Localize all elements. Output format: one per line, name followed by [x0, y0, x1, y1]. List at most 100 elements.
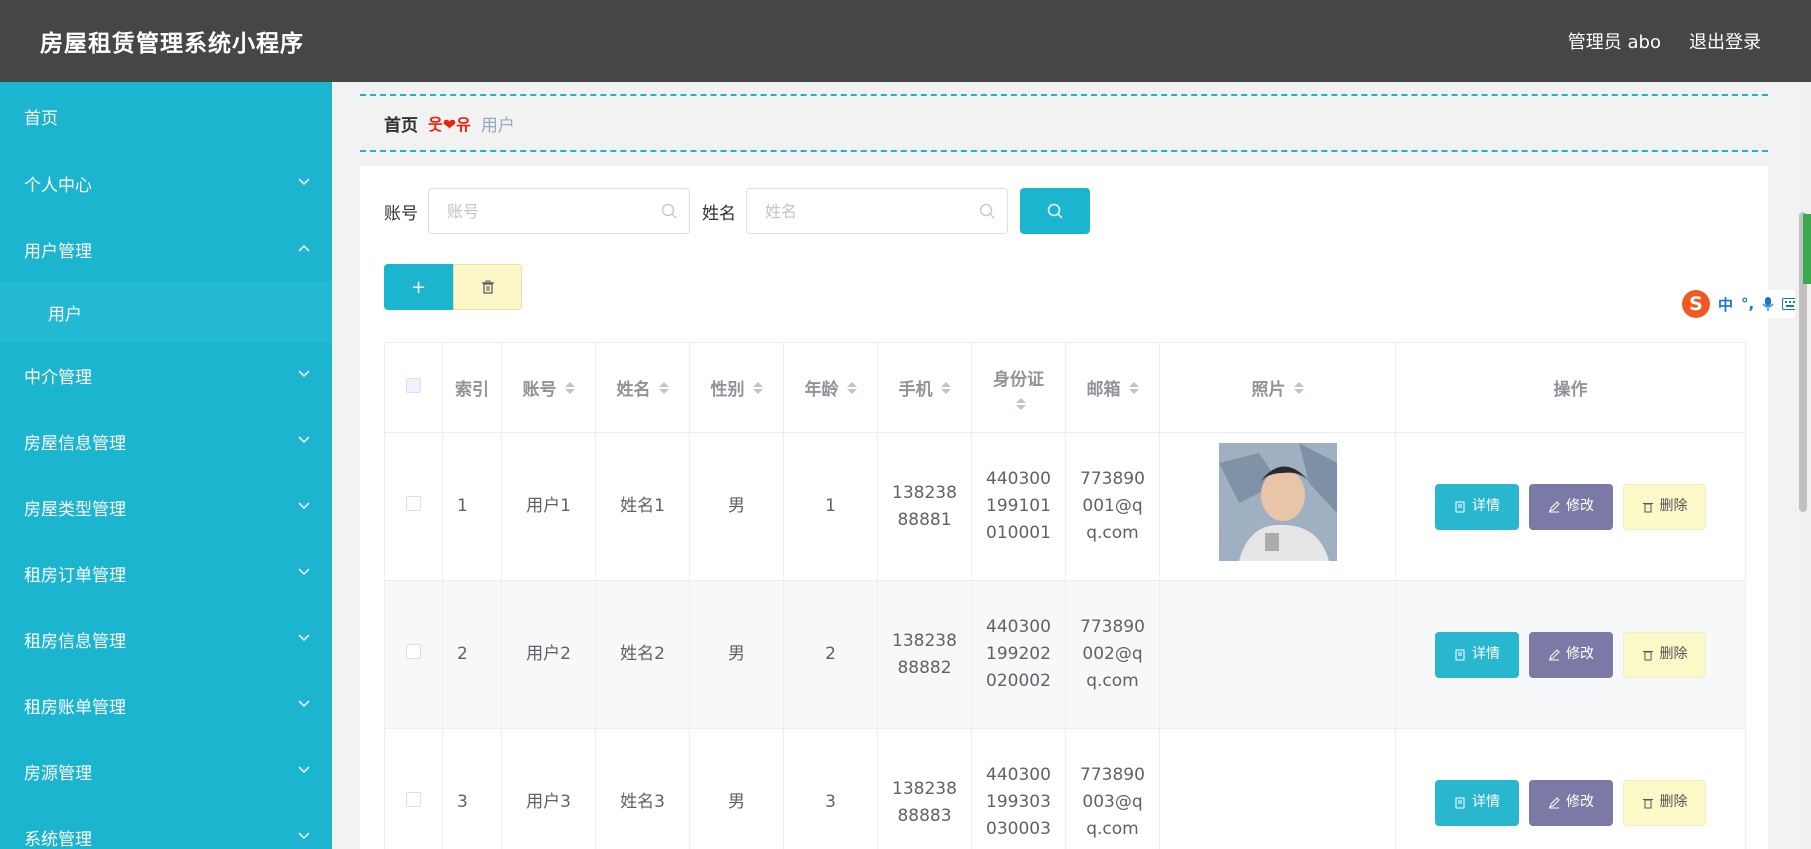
name-search-input[interactable]: [747, 189, 1007, 233]
sidebar-item-label: 租房订单管理: [24, 565, 126, 586]
detail-label: 详情: [1472, 646, 1500, 662]
ime-mode-label[interactable]: 中: [1718, 294, 1733, 315]
sort-icon[interactable]: [564, 381, 575, 394]
breadcrumb-current: 用户: [480, 115, 515, 136]
sidebar-item-rent-bills[interactable]: 租房账单管理: [0, 672, 332, 738]
trash-icon: [1642, 502, 1653, 512]
sort-icon[interactable]: [1293, 381, 1304, 394]
trash-icon: [1642, 798, 1653, 808]
cell-id-card: 440300199202020002: [971, 580, 1066, 729]
top-bar: 房屋租赁管理系统小程序 管理员 abo 退出登录: [0, 0, 1811, 82]
row-checkbox[interactable]: [406, 644, 421, 659]
sort-icon[interactable]: [846, 381, 857, 394]
breadcrumb-separator: 웃❤유: [428, 115, 471, 134]
edit-button[interactable]: 修改: [1529, 631, 1613, 678]
cell-ops: 详情 修改 删除: [1395, 580, 1746, 729]
cell-gender: 男: [689, 432, 784, 581]
row-checkbox[interactable]: [406, 792, 421, 807]
column-header-label: 操作: [1553, 380, 1588, 400]
column-header-age[interactable]: 年龄: [783, 342, 878, 433]
pencil-icon: [1549, 796, 1560, 808]
edit-label: 修改: [1566, 498, 1594, 514]
batch-delete-button[interactable]: [453, 264, 522, 310]
sort-icon[interactable]: [1128, 381, 1139, 394]
column-header-photo[interactable]: 照片: [1159, 342, 1396, 433]
sidebar-item-system[interactable]: 系统管理: [0, 804, 332, 849]
row-select-cell: [384, 432, 443, 581]
detail-button[interactable]: 详情: [1435, 631, 1519, 678]
detail-button[interactable]: 详情: [1435, 779, 1519, 826]
sidebar-item-listings[interactable]: 房源管理: [0, 738, 332, 804]
column-header-label: 账号: [522, 380, 557, 400]
cell-phone: 13823888881: [877, 432, 972, 581]
punctuation-icon[interactable]: °,: [1741, 295, 1754, 313]
delete-label: 删除: [1659, 498, 1688, 514]
column-header-gender[interactable]: 性别: [689, 342, 784, 433]
phone-text: 13823888881: [892, 482, 957, 530]
sidebar-item-rent-orders[interactable]: 租房订单管理: [0, 540, 332, 606]
plus-icon: +: [410, 276, 427, 298]
sidebar-item-user-management[interactable]: 用户管理: [0, 216, 332, 282]
edit-button[interactable]: 修改: [1529, 779, 1613, 826]
sort-icon[interactable]: [658, 381, 669, 394]
scroll-indicator: [1803, 214, 1811, 284]
cell-gender: 男: [689, 728, 784, 849]
table-row: 2 用户2 姓名2 男 2 13823888882 44030019920202…: [384, 580, 1746, 729]
add-button[interactable]: +: [384, 264, 453, 310]
sidebar-item-label: 首页: [24, 108, 58, 129]
ime-toolbar[interactable]: S 中 °,: [1678, 290, 1803, 318]
edit-button[interactable]: 修改: [1529, 483, 1613, 530]
sort-icon[interactable]: [940, 381, 951, 394]
column-header-phone[interactable]: 手机: [877, 342, 972, 433]
email-text: 773890002@qq.com: [1080, 617, 1145, 691]
breadcrumb-home[interactable]: 首页: [384, 111, 418, 136]
sort-icon[interactable]: [1015, 398, 1026, 410]
page-scrollbar[interactable]: [1795, 82, 1811, 849]
sidebar-item-label: 房屋信息管理: [24, 433, 126, 454]
detail-button[interactable]: 详情: [1435, 483, 1519, 530]
column-header-name[interactable]: 姓名: [595, 342, 690, 433]
sidebar-item-home[interactable]: 首页: [0, 82, 332, 150]
email-text: 773890003@qq.com: [1080, 765, 1145, 839]
logout-link[interactable]: 退出登录: [1689, 28, 1761, 54]
select-all-checkbox[interactable]: [406, 377, 421, 393]
microphone-icon[interactable]: [1762, 296, 1774, 312]
chevron-up-icon: [298, 244, 310, 254]
sidebar-item-rent-info[interactable]: 租房信息管理: [0, 606, 332, 672]
id-card-text: 440300199202020002: [986, 617, 1051, 691]
account-search-input[interactable]: [429, 189, 689, 233]
sidebar-item-profile[interactable]: 个人中心: [0, 150, 332, 216]
cell-gender: 男: [689, 580, 784, 729]
sidebar-item-label: 中介管理: [24, 367, 92, 388]
search-button[interactable]: [1020, 188, 1090, 234]
chevron-down-icon: [298, 700, 310, 710]
chevron-down-icon: [298, 502, 310, 512]
phone-text: 13823888882: [892, 630, 957, 678]
sidebar-item-agent-management[interactable]: 中介管理: [0, 342, 332, 408]
search-icon: [1047, 203, 1063, 219]
column-header-email[interactable]: 邮箱: [1065, 342, 1160, 433]
cell-phone: 13823888882: [877, 580, 972, 729]
sidebar-item-users[interactable]: 用户: [0, 282, 332, 342]
cell-account: 用户2: [501, 580, 596, 729]
column-header-index: 索引: [442, 342, 502, 433]
column-header-account[interactable]: 账号: [501, 342, 596, 433]
cell-id-card: 440300199303030003: [971, 728, 1066, 849]
delete-button[interactable]: 删除: [1623, 631, 1706, 678]
column-header-id-card[interactable]: 身份证: [971, 342, 1066, 433]
column-header-label: 姓名: [616, 380, 651, 400]
cell-index: 2: [442, 580, 502, 729]
sidebar-item-house-type[interactable]: 房屋类型管理: [0, 474, 332, 540]
row-checkbox[interactable]: [406, 496, 421, 511]
delete-button[interactable]: 删除: [1623, 779, 1706, 826]
id-card-text: 440300199101010001: [986, 469, 1051, 543]
delete-button[interactable]: 删除: [1623, 483, 1706, 530]
sort-icon[interactable]: [752, 381, 763, 394]
chevron-down-icon: [298, 436, 310, 446]
sidebar-item-house-info[interactable]: 房屋信息管理: [0, 408, 332, 474]
cell-account: 用户1: [501, 432, 596, 581]
delete-label: 删除: [1659, 646, 1688, 662]
user-photo: [1218, 443, 1337, 561]
cell-ops: 详情 修改 删除: [1395, 432, 1746, 581]
account-label: 账号: [384, 203, 418, 224]
